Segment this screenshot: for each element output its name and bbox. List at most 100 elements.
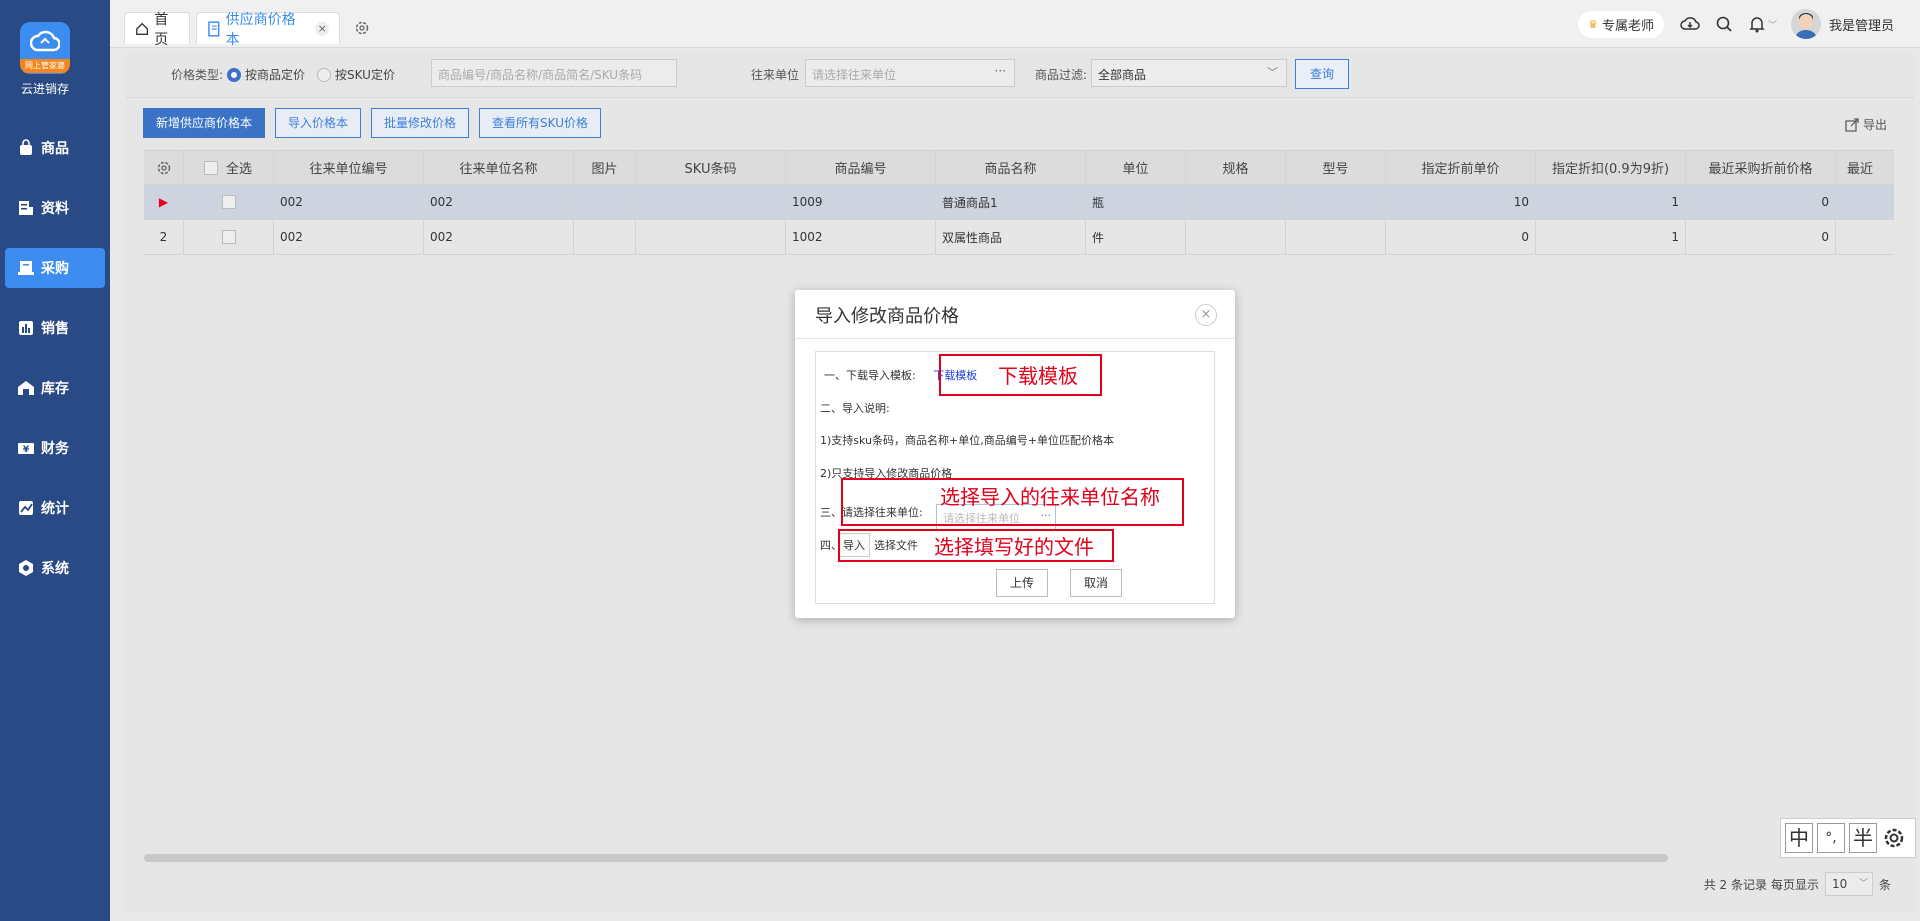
cell-spec: [1186, 220, 1286, 254]
column-header[interactable]: SKU条码: [636, 151, 786, 184]
export-button[interactable]: 导出: [1845, 116, 1887, 133]
sidebar-item-finance[interactable]: ¥ 财务: [5, 428, 105, 468]
more-icon[interactable]: ···: [995, 64, 1006, 78]
export-icon: [1845, 117, 1859, 132]
sidebar-item-goods[interactable]: 商品: [5, 128, 105, 168]
sidebar-item-purchase[interactable]: 采购: [5, 248, 105, 288]
goods-filter-value: 全部商品: [1098, 68, 1147, 82]
action-buttons: 新增供应商价格本 导入价格本 批量修改价格 查看所有SKU价格: [143, 108, 611, 138]
cell-image: [574, 185, 636, 219]
view-sku-prices-button[interactable]: 查看所有SKU价格: [479, 108, 601, 138]
tab-settings-gear-icon[interactable]: [354, 20, 370, 36]
radio-by-goods[interactable]: 按商品定价: [227, 66, 305, 83]
row-pointer: ▶: [144, 185, 184, 219]
cloud-download-icon[interactable]: [1680, 14, 1700, 34]
logo-ribbon: 网上管家婆: [20, 59, 70, 73]
cancel-button[interactable]: 取消: [1070, 569, 1122, 597]
cell-image: [574, 220, 636, 254]
cell-unit-code: 002: [274, 220, 424, 254]
column-header[interactable]: 最近采购折前价格: [1686, 151, 1836, 184]
cell-sku: [636, 185, 786, 219]
column-header[interactable]: 指定折前单价: [1386, 151, 1536, 184]
app-logo[interactable]: 网上管家婆: [20, 22, 70, 74]
column-header[interactable]: 指定折扣(0.9为9折): [1536, 151, 1686, 184]
table-row[interactable]: ▶ 002 002 1009 普通商品1 瓶 10 1 0: [144, 185, 1894, 220]
row-checkbox[interactable]: [221, 195, 236, 209]
cloud-logo-icon: [30, 30, 60, 52]
cell-price[interactable]: 0: [1386, 220, 1536, 254]
annotation-text-file: 选择填写好的文件: [934, 535, 1094, 559]
user-avatar-icon: [1794, 13, 1817, 39]
per-page-select[interactable]: 10 ﹀: [1824, 872, 1873, 896]
per-page-suffix: 条: [1878, 877, 1891, 892]
unit-select-input[interactable]: 请选择往来单位 ···: [805, 59, 1015, 87]
close-icon[interactable]: ×: [1195, 304, 1217, 326]
import-price-book-button[interactable]: 导入价格本: [275, 108, 362, 138]
trend-icon: [19, 501, 33, 515]
column-header[interactable]: 型号: [1286, 151, 1386, 184]
column-header[interactable]: 商品编号: [786, 151, 936, 184]
unit-label: 往来单位: [751, 68, 800, 82]
column-header[interactable]: 图片: [574, 151, 636, 184]
column-header[interactable]: 往来单位编号: [274, 151, 424, 184]
batch-edit-price-button[interactable]: 批量修改价格: [371, 108, 470, 138]
avatar[interactable]: [1790, 9, 1821, 39]
cell-price[interactable]: 10: [1386, 185, 1536, 219]
ime-chinese-toggle[interactable]: 中: [1785, 823, 1813, 853]
goods-filter-select[interactable]: 全部商品 ﹀: [1091, 59, 1287, 87]
row-checkbox-cell[interactable]: [184, 185, 274, 219]
table-row[interactable]: 2 002 002 1002 双属性商品 件 0 1 0: [144, 220, 1894, 255]
query-button[interactable]: 查询: [1295, 59, 1349, 89]
column-settings-cell[interactable]: [144, 151, 184, 184]
cell-unit-name: 002: [424, 220, 574, 254]
column-header[interactable]: 商品名称: [936, 151, 1086, 184]
dialog-title: 导入修改商品价格: [815, 306, 959, 327]
per-page-value: 10: [1831, 877, 1848, 891]
sidebar-item-label: 统计: [41, 501, 69, 517]
tab-label: 首页: [154, 11, 169, 48]
row-checkbox-cell[interactable]: [184, 220, 274, 254]
unit-placeholder: 请选择往来单位: [812, 68, 897, 82]
ime-punctuation-toggle[interactable]: °,: [1817, 823, 1845, 853]
per-page-label: 每页显示: [1770, 877, 1819, 892]
tab-supplier-price[interactable]: 供应商价格本 ×: [196, 12, 340, 48]
select-all-cell[interactable]: 全选: [184, 151, 274, 184]
cell-goods-no: 1009: [786, 185, 936, 219]
ime-halfwidth-toggle[interactable]: 半: [1849, 823, 1877, 853]
close-icon[interactable]: ×: [315, 21, 329, 36]
cell-unit-code: 002: [274, 185, 424, 219]
radio-checked-icon: [227, 67, 241, 82]
sidebar-item-sales[interactable]: 销售: [5, 308, 105, 348]
notifications-button[interactable]: ﹀: [1748, 14, 1777, 34]
exclusive-teacher-button[interactable]: ♛ 专属老师: [1578, 10, 1664, 38]
column-header[interactable]: 往来单位名称: [424, 151, 574, 184]
bag-icon: [20, 139, 32, 155]
cell-unit: 瓶: [1086, 185, 1186, 219]
radio-by-sku[interactable]: 按SKU定价: [317, 66, 395, 83]
sidebar-item-data[interactable]: 资料: [5, 188, 105, 228]
ime-settings-gear-icon[interactable]: [1881, 825, 1907, 851]
sidebar-item-inventory[interactable]: 库存: [5, 368, 105, 408]
sidebar-item-system[interactable]: 系统: [5, 548, 105, 588]
sidebar-item-statistics[interactable]: 统计: [5, 488, 105, 528]
goods-search-input[interactable]: 商品编号/商品名称/商品简名/SKU条码: [431, 59, 677, 87]
goods-filter-label: 商品过滤:: [1035, 68, 1088, 82]
upload-button[interactable]: 上传: [996, 569, 1048, 597]
cell-discount[interactable]: 1: [1536, 185, 1686, 219]
row-checkbox[interactable]: [221, 230, 236, 244]
add-price-book-button[interactable]: 新增供应商价格本: [143, 108, 266, 138]
tab-home[interactable]: 首页: [124, 12, 190, 48]
cell-model: [1286, 220, 1386, 254]
search-icon[interactable]: [1714, 14, 1734, 34]
horizontal-scrollbar[interactable]: [144, 854, 1668, 862]
cell-discount[interactable]: 1: [1536, 220, 1686, 254]
select-all-checkbox[interactable]: [204, 160, 218, 175]
column-header[interactable]: 最近: [1836, 151, 1884, 184]
column-header[interactable]: 规格: [1186, 151, 1286, 184]
cell-model: [1286, 185, 1386, 219]
column-header[interactable]: 单位: [1086, 151, 1186, 184]
sidebar: 网上管家婆 云进销存 商品 资料 采购 销售 库存 ¥ 财务 统计 系统: [0, 0, 110, 921]
admin-name[interactable]: 我是管理员: [1829, 15, 1894, 34]
cell-goods-no: 1002: [786, 220, 936, 254]
finance-icon: ¥: [18, 443, 34, 455]
